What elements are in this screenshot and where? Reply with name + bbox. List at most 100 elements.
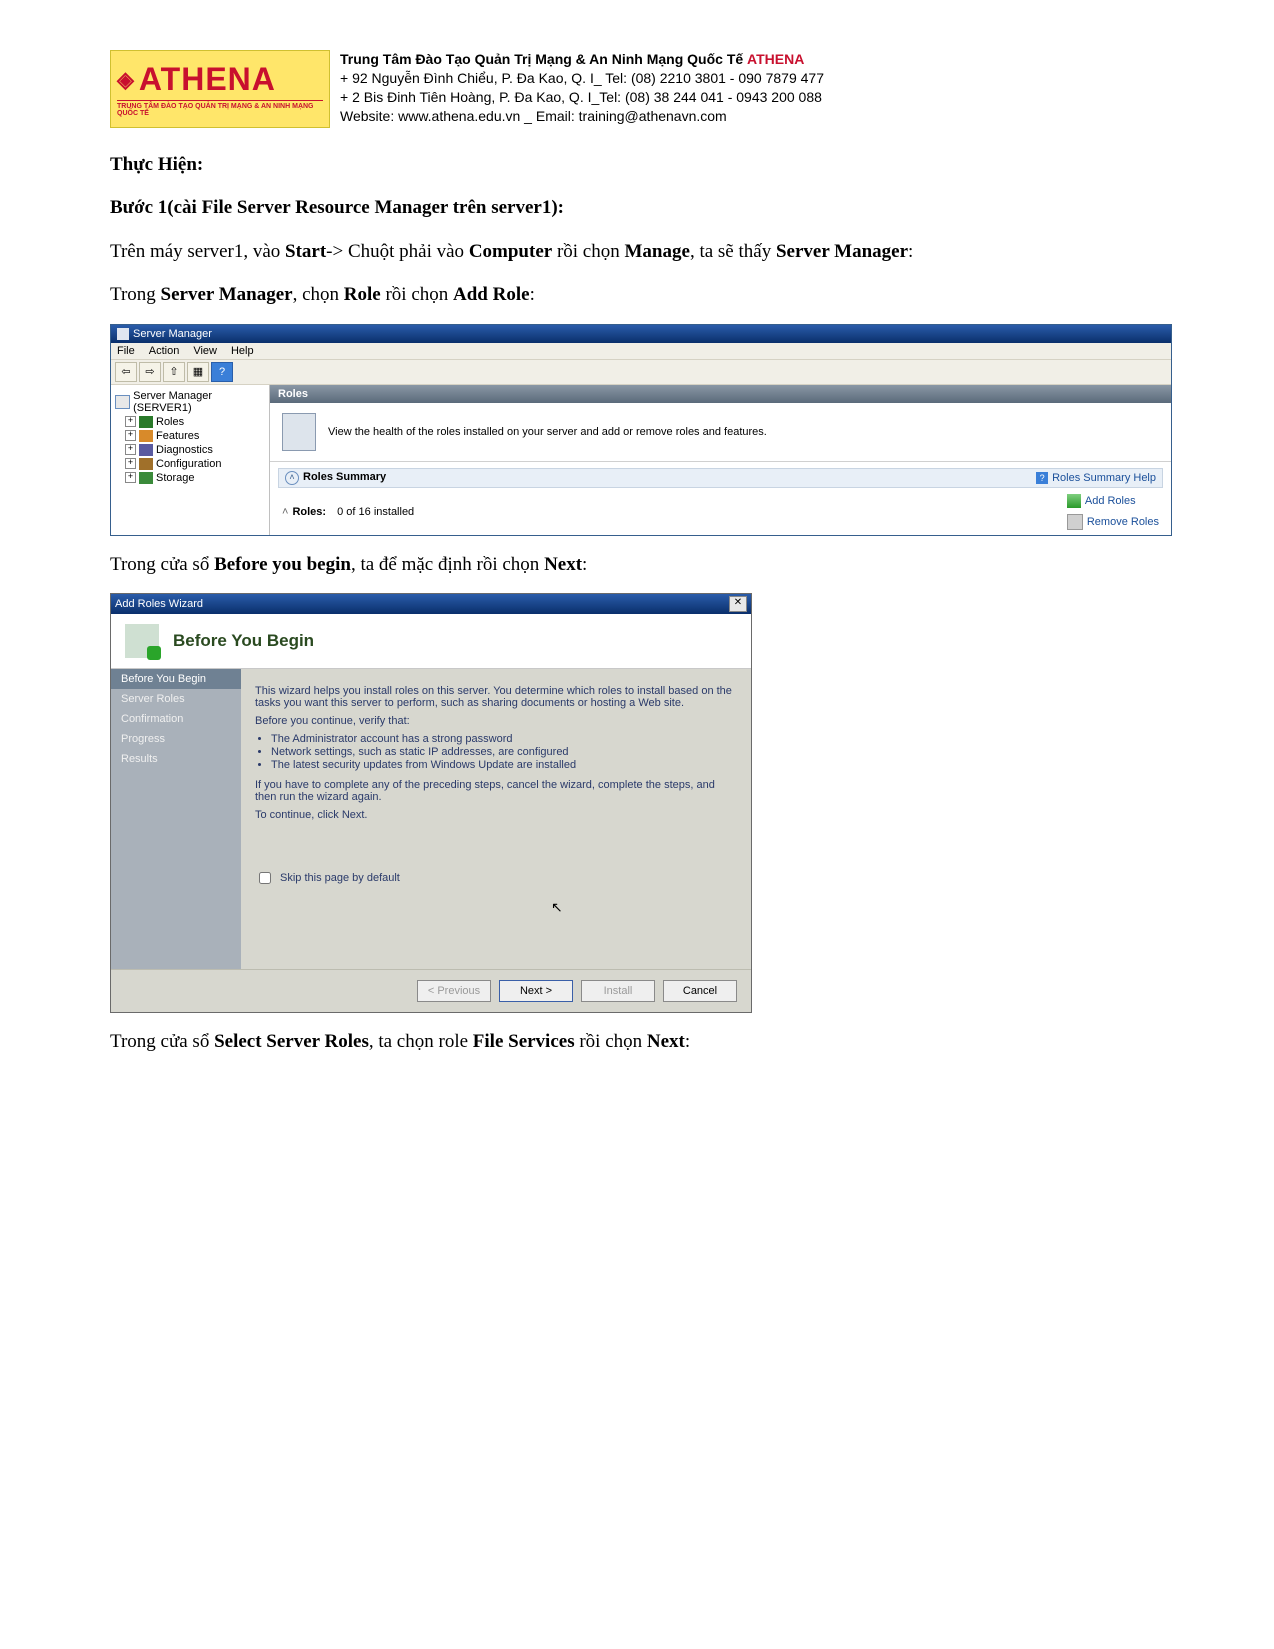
help-icon: ? [219, 366, 225, 378]
add-icon [1067, 494, 1081, 508]
menu-file[interactable]: File [117, 345, 135, 357]
help-icon: ? [1036, 472, 1048, 484]
tree-features[interactable]: +Features [115, 429, 265, 443]
expand-icon[interactable]: + [125, 444, 136, 455]
org-logo: ◈ ATHENA TRUNG TÂM ĐÀO TẠO QUẢN TRỊ MẠNG… [110, 50, 330, 128]
menu-help[interactable]: Help [231, 345, 254, 357]
expand-icon[interactable]: + [125, 416, 136, 427]
wizard-verify: Before you continue, verify that: [255, 715, 737, 727]
logo-diamond-icon: ◈ [117, 67, 135, 93]
para-3: Trong cửa sổ Before you begin, ta để mặc… [110, 550, 1164, 579]
logo-tagline: TRUNG TÂM ĐÀO TẠO QUẢN TRỊ MẠNG & AN NIN… [117, 100, 323, 117]
nav-server-roles[interactable]: Server Roles [111, 689, 241, 709]
tree-roles[interactable]: +Roles [115, 415, 265, 429]
roles-summary-help-link[interactable]: ?Roles Summary Help [1036, 472, 1156, 484]
logo-brand-text: ATHENA [139, 61, 276, 98]
previous-button: < Previous [417, 980, 491, 1002]
wizard-verify-list: The Administrator account has a strong p… [255, 733, 737, 771]
skip-page-checkbox[interactable] [259, 872, 271, 884]
wizard-complete-note: If you have to complete any of the prece… [255, 779, 737, 803]
add-roles-wizard-window: Add Roles Wizard ✕ Before You Begin Befo… [110, 593, 752, 1013]
wizard-titlebar[interactable]: Add Roles Wizard ✕ [111, 594, 751, 614]
configuration-icon [139, 458, 153, 470]
roles-count-value: 0 of 16 installed [337, 506, 414, 518]
para-4: Trong cửa sổ Select Server Roles, ta chọ… [110, 1027, 1164, 1056]
toolbar: ⇦ ⇨ ⇧ ▦ ? [111, 359, 1171, 385]
panel-description: View the health of the roles installed o… [328, 426, 767, 438]
next-button[interactable]: Next > [499, 980, 573, 1002]
menubar: File Action View Help [111, 343, 1171, 359]
verify-item-1: The Administrator account has a strong p… [271, 733, 737, 745]
expand-icon[interactable]: + [125, 472, 136, 483]
diagnostics-icon [139, 444, 153, 456]
nav-confirmation[interactable]: Confirmation [111, 709, 241, 729]
wizard-button-bar: < Previous Next > Install Cancel [111, 970, 751, 1012]
org-banner: ◈ ATHENA TRUNG TÂM ĐÀO TẠO QUẢN TRỊ MẠNG… [110, 50, 1164, 128]
wizard-header-title: Before You Begin [173, 631, 314, 651]
close-button[interactable]: ✕ [729, 596, 747, 612]
roles-icon [139, 416, 153, 428]
verify-item-3: The latest security updates from Windows… [271, 759, 737, 771]
toolbar-properties-button[interactable]: ▦ [187, 362, 209, 382]
heading-thuc-hien: Thực Hiện: [110, 154, 203, 175]
toolbar-help-button[interactable]: ? [211, 362, 233, 382]
skip-page-label: Skip this page by default [280, 872, 400, 884]
roles-summary-bar[interactable]: ˄ Roles Summary ?Roles Summary Help [278, 468, 1163, 488]
panel-header: Roles [270, 385, 1171, 403]
wizard-intro: This wizard helps you install roles on t… [255, 685, 737, 709]
cancel-button[interactable]: Cancel [663, 980, 737, 1002]
storage-icon [139, 472, 153, 484]
org-title: Trung Tâm Đào Tạo Quản Trị Mạng & An Nin… [340, 51, 747, 67]
collapse-icon[interactable]: ˄ [282, 506, 288, 518]
org-contact: Trung Tâm Đào Tạo Quản Trị Mạng & An Nin… [330, 50, 824, 128]
heading-buoc1: Bước 1(cài File Server Resource Manager … [110, 197, 564, 218]
wizard-header-icon [125, 624, 159, 658]
server-manager-window: Server Manager File Action View Help ⇦ ⇨… [110, 324, 1172, 536]
tree-configuration[interactable]: +Configuration [115, 457, 265, 471]
server-icon [115, 395, 130, 409]
expand-icon[interactable]: + [125, 458, 136, 469]
window-titlebar[interactable]: Server Manager [111, 325, 1171, 343]
window-title: Server Manager [133, 328, 212, 340]
org-address-1: + 92 Nguyễn Đình Chiểu, P. Đa Kao, Q. I_… [340, 69, 824, 88]
menu-action[interactable]: Action [149, 345, 180, 357]
tree-storage[interactable]: +Storage [115, 471, 265, 485]
org-web-email: Website: www.athena.edu.vn _ Email: trai… [340, 107, 824, 126]
collapse-icon[interactable]: ˄ [285, 471, 299, 485]
nav-results[interactable]: Results [111, 749, 241, 769]
wizard-content: This wizard helps you install roles on t… [241, 669, 751, 969]
remove-roles-link[interactable]: Remove Roles [1067, 514, 1159, 530]
org-address-2: + 2 Bis Đinh Tiên Hoàng, P. Đa Kao, Q. I… [340, 88, 824, 107]
wizard-header: Before You Begin [111, 614, 751, 669]
features-icon [139, 430, 153, 442]
forward-icon: ⇨ [145, 365, 154, 378]
remove-icon [1067, 514, 1083, 530]
roles-large-icon [282, 413, 316, 451]
org-title-brand: ATHENA [747, 51, 804, 67]
wizard-nav: Before You Begin Server Roles Confirmati… [111, 669, 241, 969]
up-icon: ⇧ [169, 365, 178, 378]
roles-count-label: Roles: [292, 506, 326, 518]
nav-before-you-begin[interactable]: Before You Begin [111, 669, 241, 689]
wizard-title: Add Roles Wizard [115, 598, 203, 610]
install-button: Install [581, 980, 655, 1002]
back-icon: ⇦ [121, 365, 130, 378]
properties-icon: ▦ [193, 365, 203, 378]
add-roles-link[interactable]: Add Roles [1067, 494, 1159, 508]
para-2: Trong Server Manager, chọn Role rồi chọn… [110, 280, 1164, 309]
tree-diagnostics[interactable]: +Diagnostics [115, 443, 265, 457]
tree-root[interactable]: Server Manager (SERVER1) [115, 389, 265, 415]
roles-summary-label: Roles Summary [303, 471, 386, 483]
cursor-icon: ↖ [551, 899, 563, 916]
toolbar-back-button[interactable]: ⇦ [115, 362, 137, 382]
wizard-continue-note: To continue, click Next. [255, 809, 737, 821]
app-icon [117, 328, 129, 340]
main-panel: Roles View the health of the roles insta… [270, 385, 1171, 535]
menu-view[interactable]: View [193, 345, 217, 357]
toolbar-forward-button[interactable]: ⇨ [139, 362, 161, 382]
verify-item-2: Network settings, such as static IP addr… [271, 746, 737, 758]
nav-progress[interactable]: Progress [111, 729, 241, 749]
toolbar-up-button[interactable]: ⇧ [163, 362, 185, 382]
expand-icon[interactable]: + [125, 430, 136, 441]
para-1: Trên máy server1, vào Start-> Chuột phải… [110, 237, 1164, 266]
